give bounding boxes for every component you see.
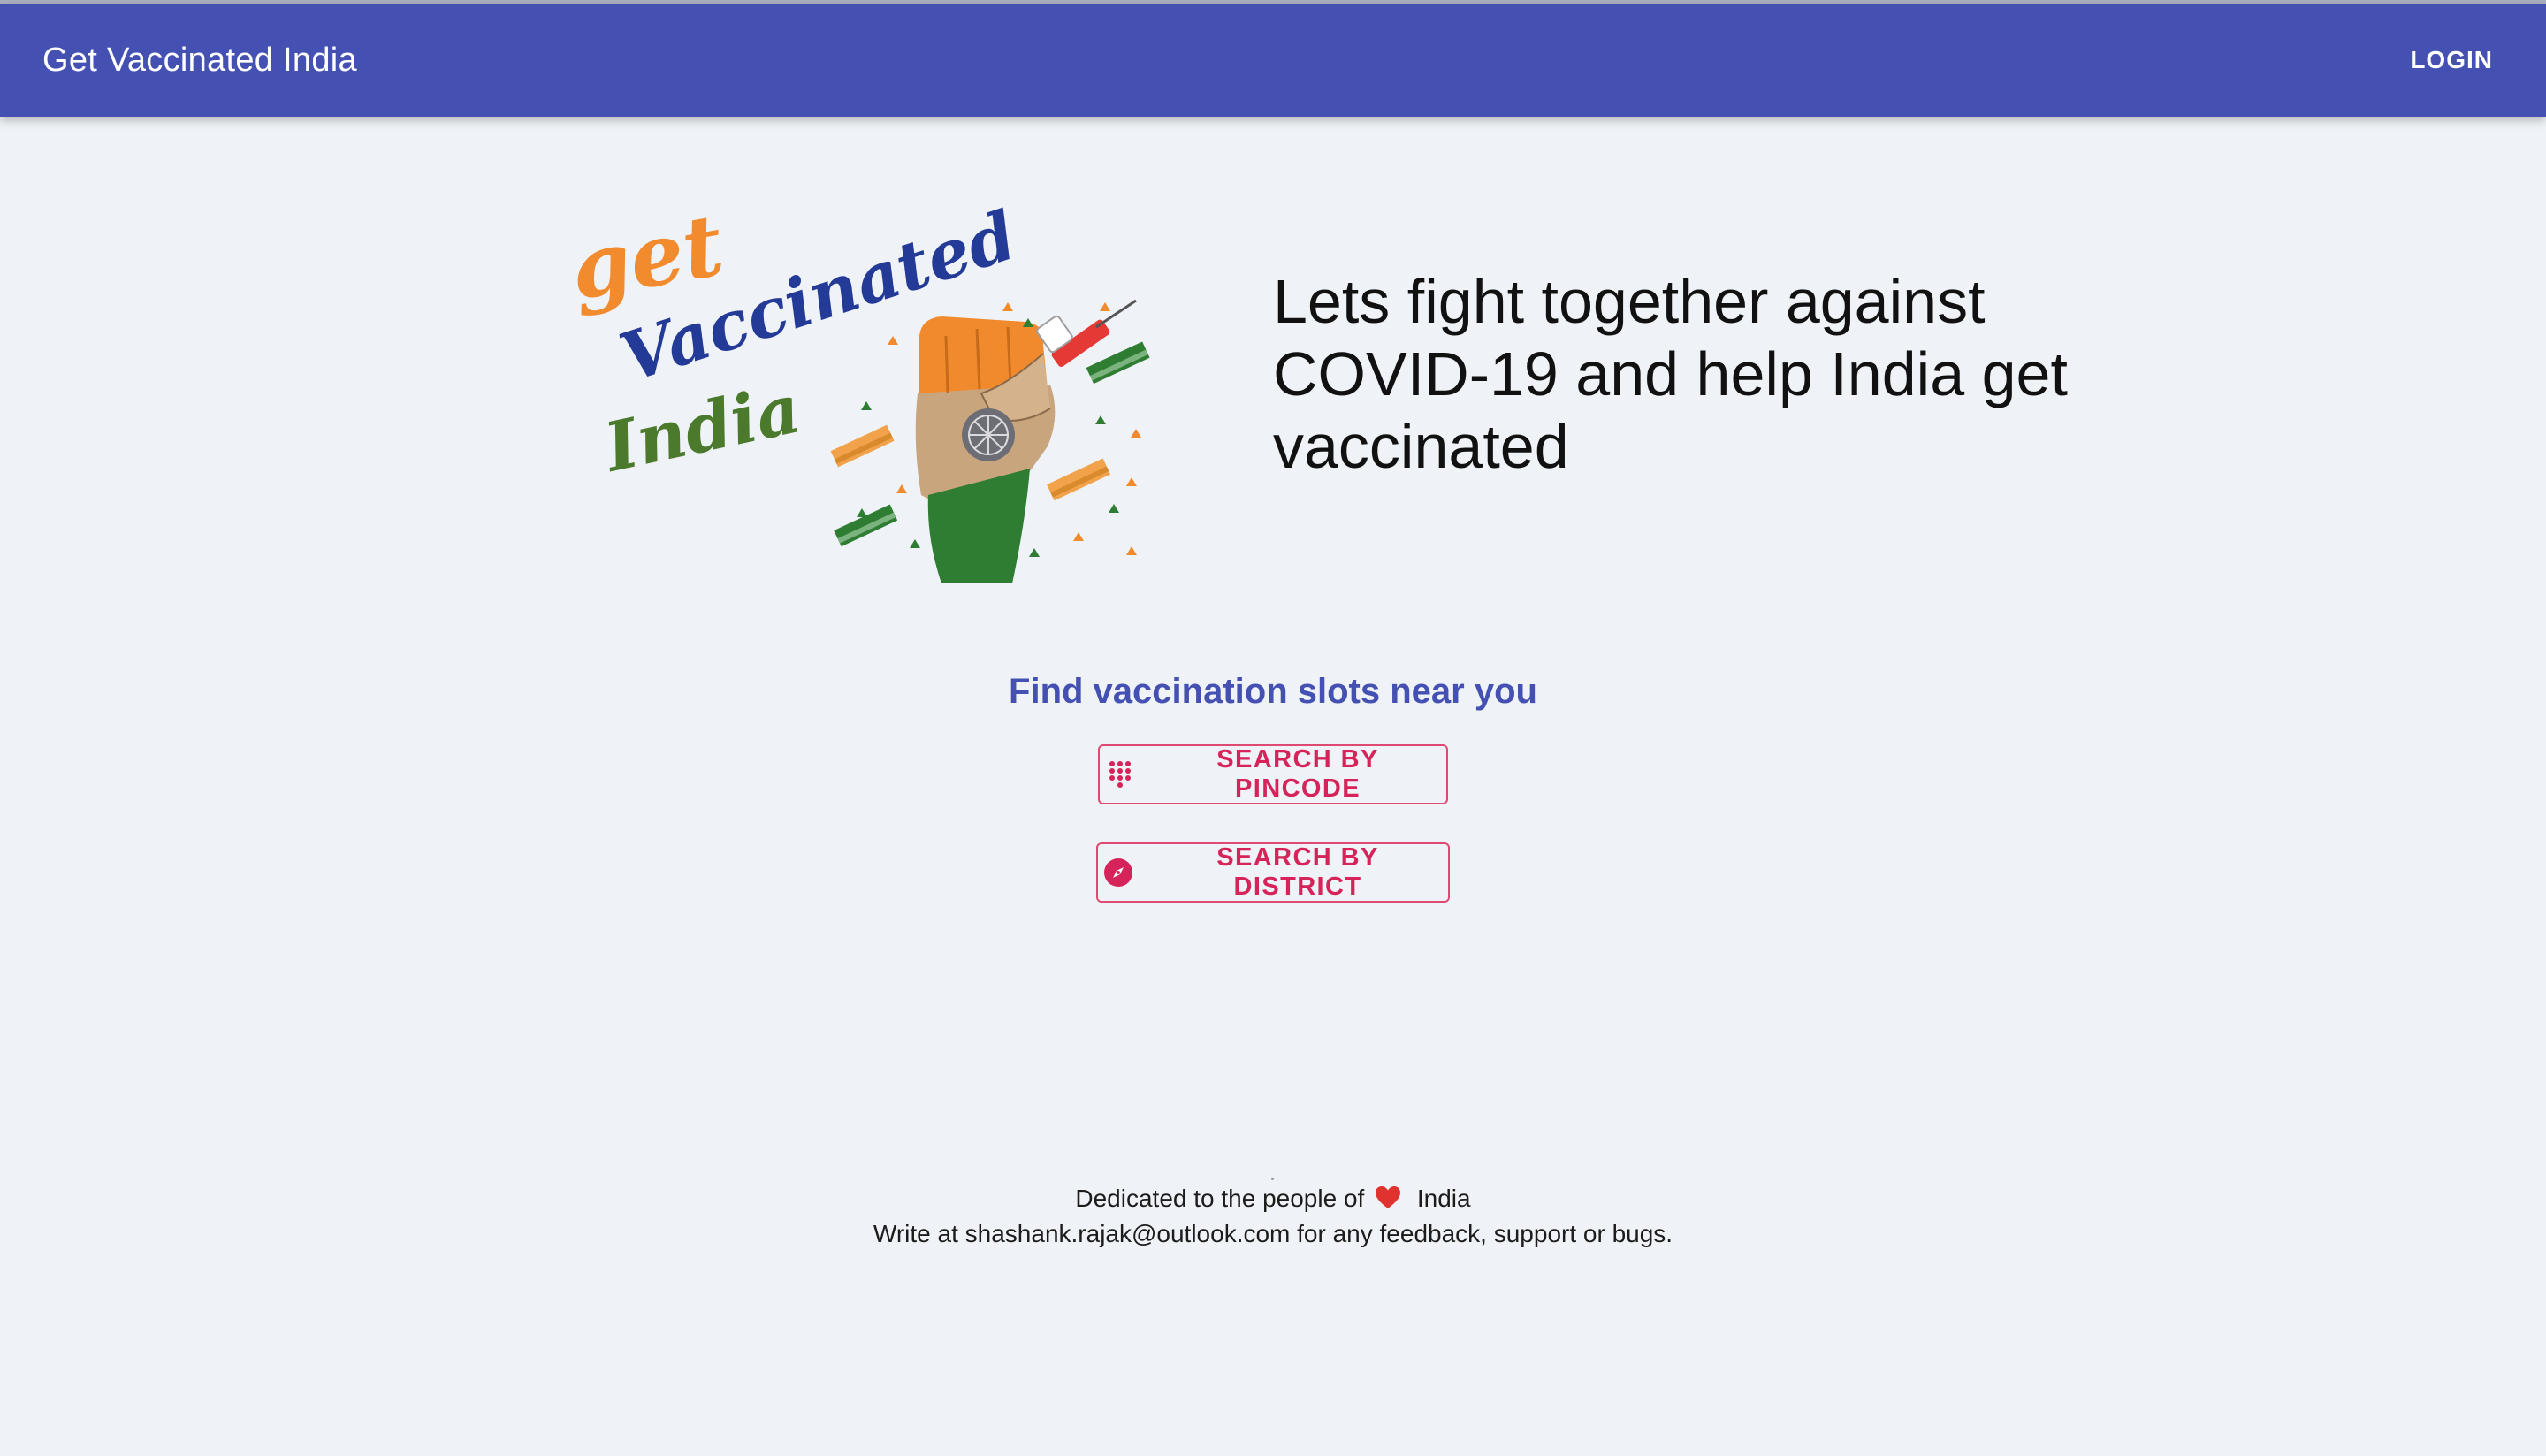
dedication-suffix: India bbox=[1416, 1185, 1471, 1212]
dedication-prefix: Dedicated to the people of bbox=[1075, 1185, 1365, 1212]
app-title[interactable]: Get Vaccinated India bbox=[42, 4, 357, 117]
footer-dedication: Dedicated to the people of India bbox=[0, 1185, 2546, 1213]
search-by-pincode-label: SEARCH BY PINCODE bbox=[1216, 745, 1379, 803]
search-by-pincode-button[interactable]: SEARCH BY PINCODE bbox=[1098, 744, 1448, 804]
heart-icon bbox=[1375, 1185, 1401, 1210]
footer-contact: Write at shashank.rajak@outlook.com for … bbox=[873, 1220, 1673, 1247]
decorative-dot bbox=[1271, 1178, 1274, 1180]
login-button[interactable]: LOGIN bbox=[2399, 34, 2504, 87]
get-vaccinated-india-logo: get Vaccinated India bbox=[563, 194, 1167, 592]
search-by-district-label: SEARCH BY DISTRICT bbox=[1216, 843, 1379, 901]
logo-word-india: India bbox=[597, 369, 807, 487]
search-by-district-button[interactable]: SEARCH BY DISTRICT bbox=[1096, 842, 1450, 903]
find-slots-title: Find vaccination slots near you bbox=[1009, 672, 1537, 711]
compass-icon bbox=[1103, 858, 1133, 888]
dialpad-icon bbox=[1105, 759, 1135, 789]
hero-heading: Lets fight together against COVID-19 and… bbox=[1273, 267, 2068, 481]
app-bar: Get Vaccinated India LOGIN bbox=[0, 4, 2546, 117]
